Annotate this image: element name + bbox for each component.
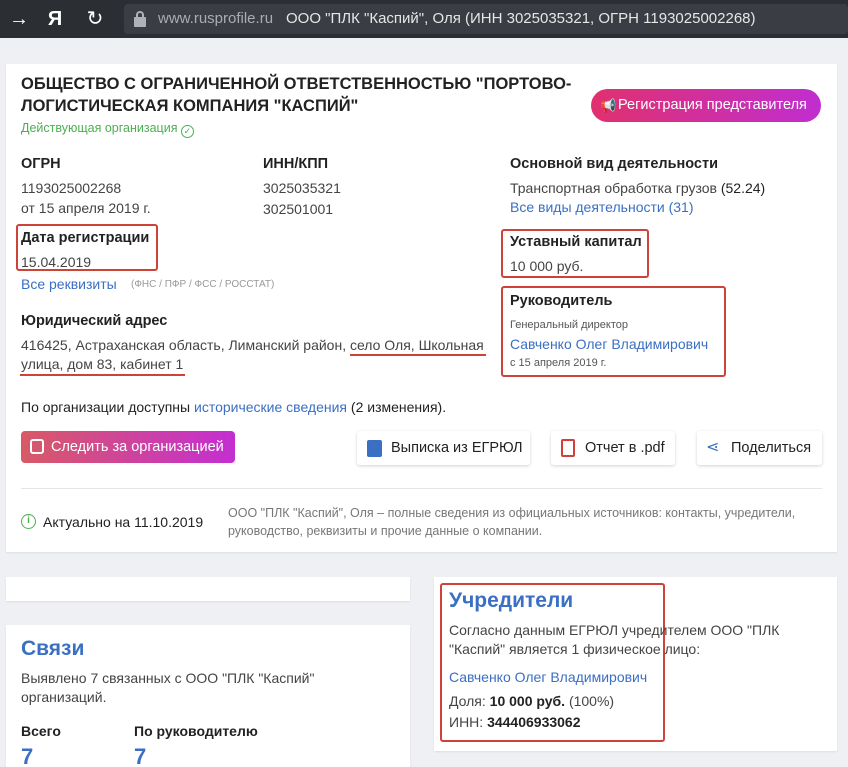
address-line1: 416425, Астраханская область, Лиманский …	[21, 337, 484, 353]
director-name-link[interactable]: Савченко Олег Владимирович	[510, 336, 708, 352]
inn-kpp-label: ИНН/КПП	[263, 156, 329, 172]
underline-address-1	[350, 354, 486, 356]
capital-value: 10 000 руб.	[510, 258, 584, 274]
ogrn-label: ОГРН	[21, 156, 61, 172]
empty-card	[6, 577, 410, 601]
reload-icon[interactable]: ↻	[82, 6, 108, 32]
founders-desc-line2: "Каспий" является 1 физическое лицо:	[449, 641, 701, 657]
status-badge: Действующая организация ✓	[21, 121, 194, 138]
register-representative-button[interactable]: 📢 Регистрация представителя	[591, 89, 821, 122]
address-line2: улица, дом 83, кабинет 1	[21, 356, 184, 372]
info-circle-icon: i	[21, 514, 36, 529]
reg-date-label: Дата регистрации	[21, 230, 150, 246]
check-circle-icon: ✓	[180, 125, 194, 138]
inn-value: 3025035321	[263, 180, 341, 196]
divider	[21, 488, 822, 489]
ogrn-value: 1193025002268	[21, 180, 122, 196]
capital-label: Уставный капитал	[510, 234, 642, 250]
links-desc-line2: организаций.	[21, 689, 107, 705]
director-label: Руководитель	[510, 293, 613, 309]
pdf-report-button[interactable]: Отчет в .pdf	[551, 431, 675, 465]
lock-icon	[134, 11, 146, 27]
kpp-value: 302501001	[263, 201, 334, 217]
founder-share: Доля: 10 000 руб. (100%)	[449, 693, 615, 709]
links-total-value[interactable]: 7	[21, 744, 33, 767]
founders-desc-line1: Согласно данным ЕГРЮЛ учредителем ООО "П…	[449, 622, 780, 638]
share-button[interactable]: ⋖ Поделиться	[697, 431, 822, 465]
history-link[interactable]: исторические сведения	[194, 399, 347, 415]
founder-name-link[interactable]: Савченко Олег Владимирович	[449, 669, 647, 685]
all-details-sources: (ФНС / ПФР / ФСС / РОССТАТ)	[131, 279, 275, 290]
company-name-line2: ЛОГИСТИЧЕСКАЯ КОМПАНИЯ "КАСПИЙ"	[21, 97, 359, 115]
egrul-extract-button[interactable]: Выписка из ЕГРЮЛ	[357, 431, 530, 465]
founder-inn: ИНН: 344406933062	[449, 714, 581, 730]
links-total-label: Всего	[21, 723, 61, 739]
share-icon: ⋖	[706, 439, 720, 456]
pdf-file-icon	[561, 439, 575, 457]
page-title-in-address: ООО "ПЛК "Каспий", Оля (ИНН 3025035321, …	[286, 10, 756, 27]
links-desc-line1: Выявлено 7 связанных с ООО "ПЛК "Каспий"	[21, 670, 315, 686]
all-activities-link[interactable]: Все виды деятельности (31)	[510, 199, 694, 215]
bell-icon	[30, 439, 44, 454]
address-bar[interactable]: www.rusprofile.ru ООО "ПЛК "Каспий", Оля…	[124, 4, 848, 34]
activity-value: Транспортная обработка грузов (52.24)	[510, 180, 766, 196]
reg-date-value: 15.04.2019	[21, 254, 92, 270]
yandex-icon[interactable]: Я	[42, 6, 68, 32]
links-director-value[interactable]: 7	[134, 744, 146, 767]
founders-title: Учредители	[449, 589, 574, 612]
company-name-line1: ОБЩЕСТВО С ОГРАНИЧЕННОЙ ОТВЕТСТВЕННОСТЬЮ…	[21, 75, 572, 93]
url-domain: www.rusprofile.ru	[158, 10, 274, 27]
links-title: Связи	[21, 637, 85, 660]
underline-address-2	[20, 374, 185, 376]
browser-toolbar: → Я ↻ www.rusprofile.ru ООО "ПЛК "Каспий…	[0, 0, 848, 38]
all-details-link[interactable]: Все реквизиты	[21, 276, 117, 292]
address-label: Юридический адрес	[21, 313, 168, 329]
history-text: По организации доступны исторические све…	[21, 399, 447, 415]
info-description-line2: руководство, реквизиты и прочие данные о…	[228, 524, 543, 538]
links-director-label: По руководителю	[134, 723, 258, 739]
actual-date: Актуально на 11.10.2019	[43, 514, 204, 530]
director-since: с 15 апреля 2019 г.	[510, 357, 607, 369]
follow-organization-button[interactable]: Следить за организацией	[21, 431, 235, 463]
ogrn-date: от 15 апреля 2019 г.	[21, 200, 151, 216]
back-arrow-icon[interactable]: →	[6, 6, 32, 32]
info-description-line1: ООО "ПЛК "Каспий", Оля – полные сведения…	[228, 506, 796, 520]
activity-label: Основной вид деятельности	[510, 156, 719, 172]
director-position: Генеральный директор	[510, 319, 628, 331]
document-icon	[367, 440, 382, 457]
megaphone-icon: 📢	[600, 98, 617, 113]
